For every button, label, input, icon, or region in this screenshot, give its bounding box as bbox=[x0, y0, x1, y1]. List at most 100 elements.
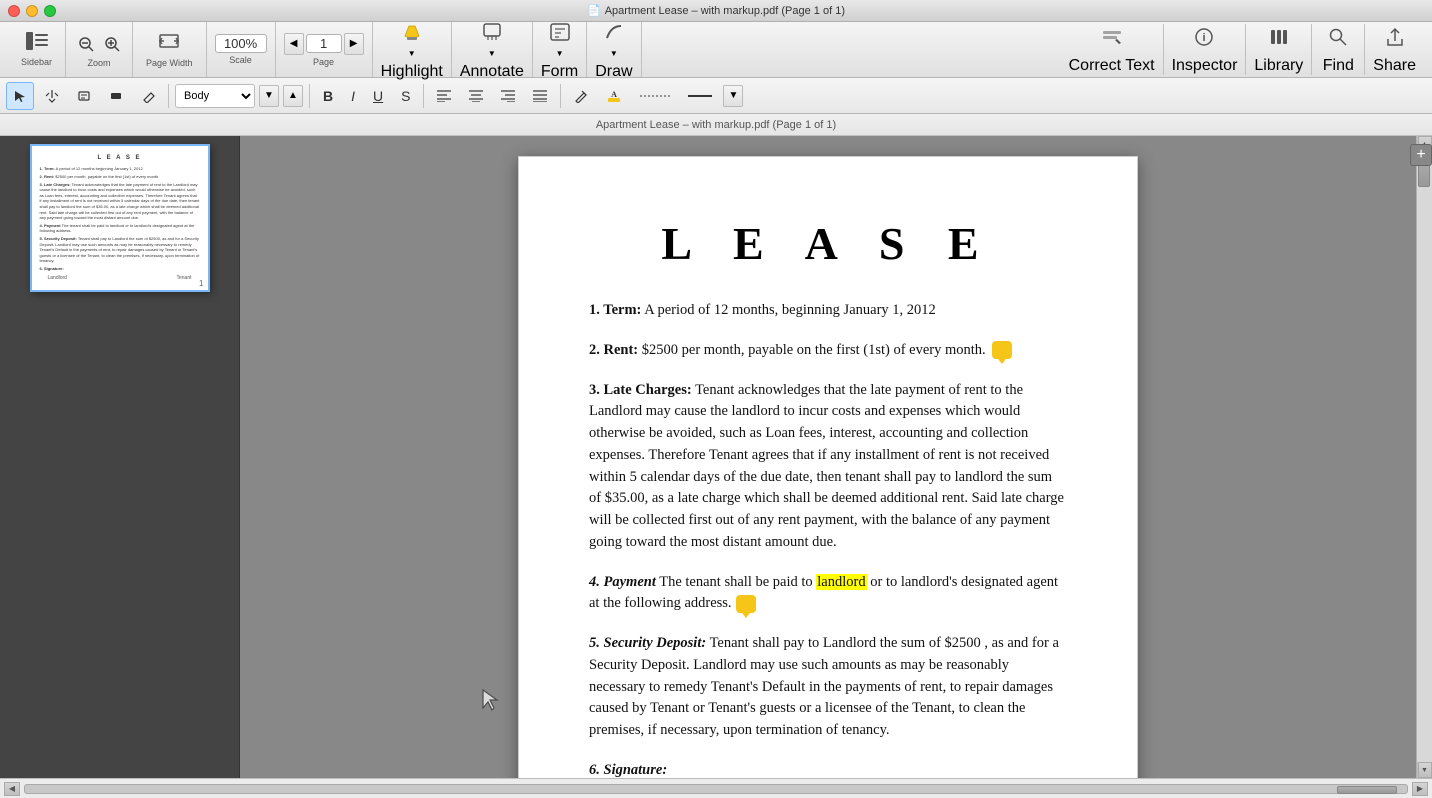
pdf-icon: 📄 bbox=[587, 4, 601, 17]
zoom-out-button[interactable] bbox=[74, 32, 98, 56]
align-justify-button[interactable] bbox=[526, 82, 554, 110]
section-3-body: Tenant acknowledges that the late paymen… bbox=[589, 382, 1064, 550]
fill-color-button[interactable]: A bbox=[599, 82, 629, 110]
svg-text:A: A bbox=[612, 90, 618, 99]
pan-tool-button[interactable] bbox=[38, 82, 66, 110]
find-group: Find bbox=[1312, 24, 1365, 75]
zoom-group: Zoom bbox=[66, 22, 133, 77]
highlight-dropdown-arrow[interactable]: ▼ bbox=[408, 49, 416, 58]
thumb-section-2: 2. Rent: $2500 per month, payable on the… bbox=[40, 174, 200, 180]
align-right-button[interactable] bbox=[494, 82, 522, 110]
font-size-up-button[interactable]: ▲ bbox=[283, 85, 303, 107]
scroll-track[interactable] bbox=[1417, 152, 1432, 762]
underline-button[interactable]: U bbox=[366, 82, 390, 110]
pdf-section-4: 4. Payment The tenant shall be paid to l… bbox=[589, 572, 1067, 616]
form-group: ▼ Form bbox=[533, 22, 587, 77]
correct-text-button[interactable] bbox=[1094, 24, 1130, 55]
scroll-right-button[interactable]: ▶ bbox=[1412, 782, 1428, 796]
section-4-title: 4. Payment bbox=[589, 574, 656, 590]
page-thumbnail[interactable]: L E A S E 1. Term: A period of 12 months… bbox=[30, 144, 210, 292]
form-dropdown-arrow[interactable]: ▼ bbox=[556, 49, 564, 58]
library-group: Library bbox=[1246, 24, 1312, 75]
sidebar-icon bbox=[26, 32, 48, 55]
comment-bubble-rent[interactable] bbox=[992, 341, 1012, 359]
comment-bubble-payment[interactable] bbox=[736, 595, 756, 613]
page-label: Page bbox=[313, 57, 334, 67]
toolbar-right: Correct Text i Inspector Library bbox=[1061, 24, 1424, 75]
thumb-title: L E A S E bbox=[40, 154, 200, 162]
secondary-toolbar: Body Heading Normal ▼ ▲ B I U S A ▼ bbox=[0, 78, 1432, 114]
highlighted-text-payment: landlord bbox=[816, 574, 866, 590]
page-input[interactable]: 1 bbox=[306, 34, 342, 53]
pen-tool-button[interactable] bbox=[567, 82, 595, 110]
form-button[interactable]: ▼ bbox=[542, 19, 578, 61]
italic-button[interactable]: I bbox=[344, 82, 362, 110]
find-button[interactable] bbox=[1320, 24, 1356, 55]
horizontal-scroll-track[interactable] bbox=[24, 784, 1408, 794]
content-area: L E A S E 1. Term: A period of 12 months… bbox=[0, 136, 1432, 778]
line-style-button[interactable] bbox=[633, 82, 677, 110]
draw-group: ▼ Draw bbox=[587, 22, 641, 77]
annotate-button[interactable]: ▼ bbox=[474, 19, 510, 61]
sidebar-button[interactable]: Sidebar bbox=[16, 29, 57, 70]
draw-dropdown-arrow[interactable]: ▼ bbox=[610, 49, 618, 58]
inspector-icon: i bbox=[1194, 27, 1214, 52]
minimize-button[interactable] bbox=[26, 5, 38, 17]
text-select-button[interactable] bbox=[70, 82, 98, 110]
separator-1 bbox=[168, 84, 169, 108]
page-width-button[interactable]: Page Width bbox=[141, 28, 198, 71]
eraser-button[interactable] bbox=[134, 82, 162, 110]
font-size-down-button[interactable]: ▼ bbox=[259, 85, 279, 107]
thumb-tenant-label: Tenant bbox=[176, 275, 191, 282]
horizontal-scroll-thumb[interactable] bbox=[1337, 786, 1397, 794]
add-page-button[interactable]: + bbox=[1410, 144, 1432, 166]
library-icon bbox=[1269, 27, 1289, 52]
form-label: Form bbox=[541, 63, 578, 81]
share-button[interactable] bbox=[1377, 24, 1413, 55]
thumb-section-3: 3. Late Charges: Tenant acknowledges tha… bbox=[40, 182, 200, 221]
zoom-value-display[interactable]: 100% bbox=[215, 34, 267, 53]
inspector-button[interactable]: i bbox=[1186, 24, 1222, 55]
select-tool-button[interactable] bbox=[6, 82, 34, 110]
sidebar-panel[interactable]: L E A S E 1. Term: A period of 12 months… bbox=[0, 136, 240, 778]
maximize-button[interactable] bbox=[44, 5, 56, 17]
prev-page-button[interactable]: ◀ bbox=[284, 33, 304, 55]
pdf-section-2: 2. Rent: $2500 per month, payable on the… bbox=[589, 340, 1067, 362]
section-4-body: The tenant shall be paid to landlord or … bbox=[589, 574, 1058, 612]
line-style-dropdown[interactable]: ▼ bbox=[723, 85, 743, 107]
library-button[interactable] bbox=[1261, 24, 1297, 55]
vertical-scrollbar[interactable]: ▲ ▼ bbox=[1416, 136, 1432, 778]
font-style-select[interactable]: Body Heading Normal bbox=[175, 84, 255, 108]
scroll-left-button[interactable]: ◀ bbox=[4, 782, 20, 796]
strikethrough-button[interactable]: S bbox=[394, 82, 417, 110]
section-1-body: A period of 12 months, beginning January… bbox=[644, 302, 936, 318]
border-style-button[interactable] bbox=[681, 82, 719, 110]
pdf-main-view[interactable]: L E A S E 1. Term: A period of 12 months… bbox=[240, 136, 1416, 778]
scroll-down-button[interactable]: ▼ bbox=[1418, 762, 1432, 778]
svg-text:i: i bbox=[1203, 32, 1206, 44]
close-button[interactable] bbox=[8, 5, 20, 17]
thumb-section-6: 6. Signature: bbox=[40, 266, 200, 272]
highlight-label: Highlight bbox=[381, 63, 443, 81]
thumb-page-number: 1 bbox=[199, 279, 203, 288]
page-row: ◀ 1 ▶ bbox=[284, 33, 364, 55]
draw-button[interactable]: ▼ bbox=[596, 19, 632, 61]
annotate-dropdown-arrow[interactable]: ▼ bbox=[488, 49, 496, 58]
form-icon bbox=[549, 22, 571, 47]
align-center-button[interactable] bbox=[462, 82, 490, 110]
zoom-in-button[interactable] bbox=[100, 32, 124, 56]
find-icon bbox=[1328, 27, 1348, 52]
redact-button[interactable] bbox=[102, 82, 130, 110]
pagewidth-group: Page Width bbox=[133, 22, 207, 77]
zoom-label: Zoom bbox=[88, 58, 111, 68]
section-2-title: 2. Rent: bbox=[589, 342, 638, 358]
bold-button[interactable]: B bbox=[316, 82, 340, 110]
highlight-icon bbox=[401, 22, 423, 47]
next-page-button[interactable]: ▶ bbox=[344, 33, 364, 55]
annotate-icon bbox=[481, 22, 503, 47]
highlight-button[interactable]: ▼ bbox=[394, 19, 430, 61]
correct-text-label: Correct Text bbox=[1069, 57, 1155, 75]
draw-label: Draw bbox=[595, 63, 632, 81]
thumb-section-4: 4. Payment The tenant shall be paid to l… bbox=[40, 223, 200, 234]
align-left-button[interactable] bbox=[430, 82, 458, 110]
